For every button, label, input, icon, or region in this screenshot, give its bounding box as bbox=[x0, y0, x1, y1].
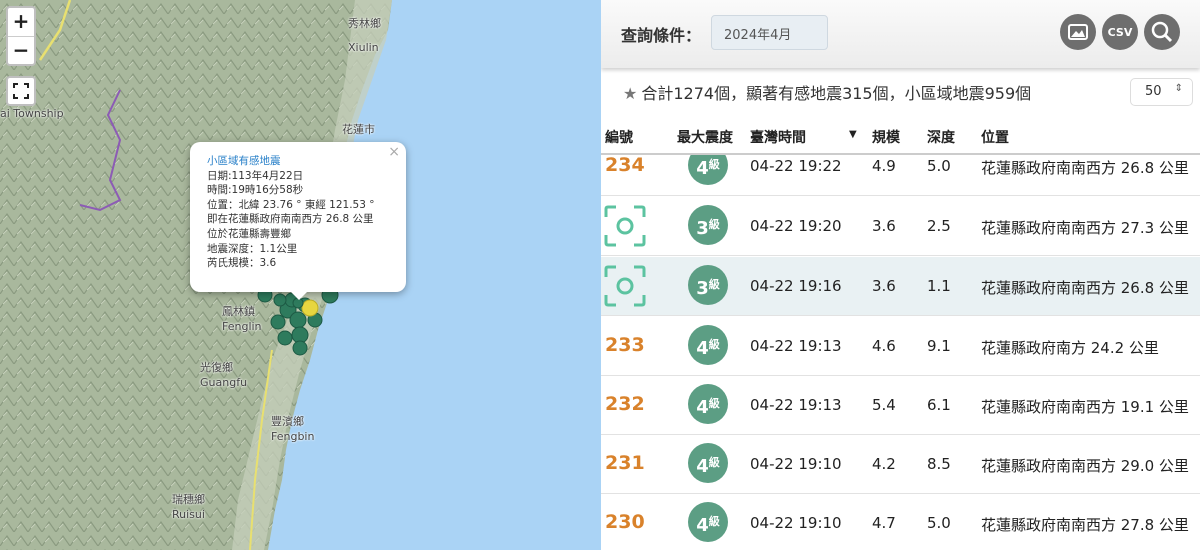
row-id[interactable]: 231 bbox=[605, 452, 645, 474]
row-location: 花蓮縣政府南方 24.2 公里 bbox=[981, 339, 1159, 357]
popup-line: 位於花蓮縣壽豐鄉 bbox=[207, 227, 291, 240]
focus-camera-icon[interactable] bbox=[604, 205, 646, 247]
export-csv-button[interactable]: CSV bbox=[1102, 14, 1138, 50]
row-time: 04-22 19:10 bbox=[750, 514, 842, 532]
row-depth: 5.0 bbox=[927, 157, 951, 175]
earthquake-popup: × 小區域有感地震 日期:113年4月22日 時間:19時16分58秒 位置：北… bbox=[190, 142, 406, 300]
row-magnitude: 4.2 bbox=[872, 455, 896, 473]
result-summary: ★ 合計1274個，顯著有感地震315個，小區域地震959個 bbox=[623, 80, 1031, 104]
row-id[interactable]: 234 bbox=[605, 155, 645, 176]
table-row[interactable]: 230 4級 04-22 19:10 4.7 5.0 花蓮縣政府南南西方 27.… bbox=[601, 494, 1200, 550]
popup-line: 芮氏規模：3.6 bbox=[207, 257, 277, 270]
col-intensity[interactable]: 最大震度 bbox=[677, 127, 733, 147]
intensity-badge: 4級 bbox=[688, 443, 728, 483]
map-label-fenglin: 鳳林鎮 Fenglin bbox=[222, 305, 262, 333]
row-depth: 6.1 bbox=[927, 396, 951, 414]
row-magnitude: 3.6 bbox=[872, 217, 896, 235]
search-button[interactable] bbox=[1144, 14, 1180, 50]
row-location: 花蓮縣政府南南西方 26.8 公里 bbox=[981, 279, 1189, 297]
col-depth[interactable]: 深度 bbox=[927, 127, 955, 147]
map-label-township: ai Township bbox=[0, 107, 64, 120]
fullscreen-icon bbox=[13, 83, 29, 99]
table-row[interactable]: 232 4級 04-22 19:13 5.4 6.1 花蓮縣政府南南西方 19.… bbox=[601, 376, 1200, 435]
popup-close-button[interactable]: × bbox=[388, 145, 400, 160]
row-time: 04-22 19:22 bbox=[750, 157, 842, 175]
table-body: 234 4級 04-22 19:22 4.9 5.0 花蓮縣政府南南西方 26.… bbox=[601, 155, 1200, 550]
map-label-fengbin: 豐濱鄉 Fengbin bbox=[271, 415, 315, 443]
row-time: 04-22 19:10 bbox=[750, 455, 842, 473]
popup-line: 日期:113年4月22日 bbox=[207, 169, 304, 182]
app-root: + − 秀林鄉 Xiulin ai Township 花蓮市 鳳林鎮 Fenglin… bbox=[0, 0, 1200, 550]
per-page-select[interactable]: 50 ⇕ bbox=[1130, 78, 1193, 106]
row-depth: 2.5 bbox=[927, 217, 951, 235]
map-label-hualien-city: 花蓮市 bbox=[342, 123, 375, 136]
row-magnitude: 4.6 bbox=[872, 337, 896, 355]
col-magnitude[interactable]: 規模 bbox=[872, 127, 900, 147]
search-icon bbox=[1151, 21, 1173, 43]
row-time: 04-22 19:16 bbox=[750, 277, 842, 295]
results-panel: 查詢條件： 2024年4月 CSV ★ 合計1274個，顯著有感地震315個，小區… bbox=[601, 0, 1200, 550]
col-time[interactable]: 臺灣時間 bbox=[750, 127, 806, 147]
intensity-badge: 4級 bbox=[688, 155, 728, 185]
export-image-button[interactable] bbox=[1060, 14, 1096, 50]
row-magnitude: 3.6 bbox=[872, 277, 896, 295]
col-id[interactable]: 編號 bbox=[605, 127, 633, 147]
row-time: 04-22 19:13 bbox=[750, 396, 842, 414]
zoom-control: + − bbox=[6, 6, 36, 66]
col-location[interactable]: 位置 bbox=[981, 127, 1009, 147]
query-toolbar: 查詢條件： 2024年4月 CSV bbox=[601, 0, 1200, 68]
intensity-badge: 3級 bbox=[688, 205, 728, 245]
fullscreen-button[interactable] bbox=[6, 76, 36, 106]
intensity-badge: 4級 bbox=[688, 502, 728, 542]
table-row[interactable]: 233 4級 04-22 19:13 4.6 9.1 花蓮縣政府南方 24.2 … bbox=[601, 317, 1200, 376]
image-icon bbox=[1068, 24, 1088, 40]
zoom-in-button[interactable]: + bbox=[8, 8, 34, 36]
row-time: 04-22 19:13 bbox=[750, 337, 842, 355]
intensity-badge: 4級 bbox=[688, 325, 728, 365]
table-row[interactable]: 3級 04-22 19:20 3.6 2.5 花蓮縣政府南南西方 27.3 公里 bbox=[601, 197, 1200, 256]
summary-text: 合計1274個，顯著有感地震315個，小區域地震959個 bbox=[641, 84, 1032, 103]
row-id[interactable]: 232 bbox=[605, 393, 645, 415]
map-label-ruisui: 瑞穗鄉 Ruisui bbox=[172, 493, 205, 521]
row-id[interactable]: 233 bbox=[605, 334, 645, 356]
row-id[interactable]: 230 bbox=[605, 511, 645, 533]
map-label-guangfu: 光復鄉 Guangfu bbox=[200, 361, 248, 389]
row-depth: 5.0 bbox=[927, 514, 951, 532]
row-depth: 1.1 bbox=[927, 277, 951, 295]
intensity-badge: 3級 bbox=[688, 265, 728, 305]
popup-line: 地震深度：1.1公里 bbox=[207, 242, 298, 255]
row-location: 花蓮縣政府南南西方 27.3 公里 bbox=[981, 219, 1189, 237]
row-magnitude: 4.7 bbox=[872, 514, 896, 532]
row-location: 花蓮縣政府南南西方 27.8 公里 bbox=[981, 516, 1189, 534]
table-row[interactable]: 231 4級 04-22 19:10 4.2 8.5 花蓮縣政府南南西方 29.… bbox=[601, 435, 1200, 494]
row-magnitude: 4.9 bbox=[872, 157, 896, 175]
table-row[interactable]: 234 4級 04-22 19:22 4.9 5.0 花蓮縣政府南南西方 26.… bbox=[601, 155, 1200, 196]
star-icon: ★ bbox=[623, 84, 638, 103]
map-label-xiulin: 秀林鄉 Xiulin bbox=[348, 17, 381, 54]
table-row-selected[interactable]: 3級 04-22 19:16 3.6 1.1 花蓮縣政府南南西方 26.8 公里 bbox=[601, 257, 1200, 316]
row-location: 花蓮縣政府南南西方 19.1 公里 bbox=[981, 398, 1189, 416]
zoom-out-button[interactable]: − bbox=[8, 36, 34, 64]
earthquake-map[interactable]: + − 秀林鄉 Xiulin ai Township 花蓮市 鳳林鎮 Fenglin… bbox=[0, 0, 601, 550]
select-arrows-icon: ⇕ bbox=[1174, 83, 1183, 94]
table-header: 編號 最大震度 臺灣時間 ▼ 規模 深度 位置 bbox=[601, 115, 1200, 155]
row-magnitude: 5.4 bbox=[872, 396, 896, 414]
popup-title: 小區域有感地震 bbox=[207, 155, 281, 167]
row-location: 花蓮縣政府南南西方 29.0 公里 bbox=[981, 457, 1189, 475]
row-depth: 9.1 bbox=[927, 337, 951, 355]
per-page-value: 50 bbox=[1145, 84, 1162, 99]
query-label: 查詢條件： bbox=[621, 26, 702, 45]
focus-camera-icon[interactable] bbox=[604, 265, 646, 307]
popup-line: 即在花蓮縣政府南南西方 26.8 公里 bbox=[207, 213, 374, 226]
intensity-badge: 4級 bbox=[688, 384, 728, 424]
popup-line: 位置：北緯 23.76 ° 東經 121.53 ° bbox=[207, 198, 375, 211]
row-depth: 8.5 bbox=[927, 455, 951, 473]
popup-line: 時間:19時16分58秒 bbox=[207, 184, 304, 197]
row-time: 04-22 19:20 bbox=[750, 217, 842, 235]
sort-desc-icon[interactable]: ▼ bbox=[849, 129, 857, 140]
month-picker-input[interactable]: 2024年4月 bbox=[711, 15, 828, 50]
row-location: 花蓮縣政府南南西方 26.8 公里 bbox=[981, 159, 1189, 177]
